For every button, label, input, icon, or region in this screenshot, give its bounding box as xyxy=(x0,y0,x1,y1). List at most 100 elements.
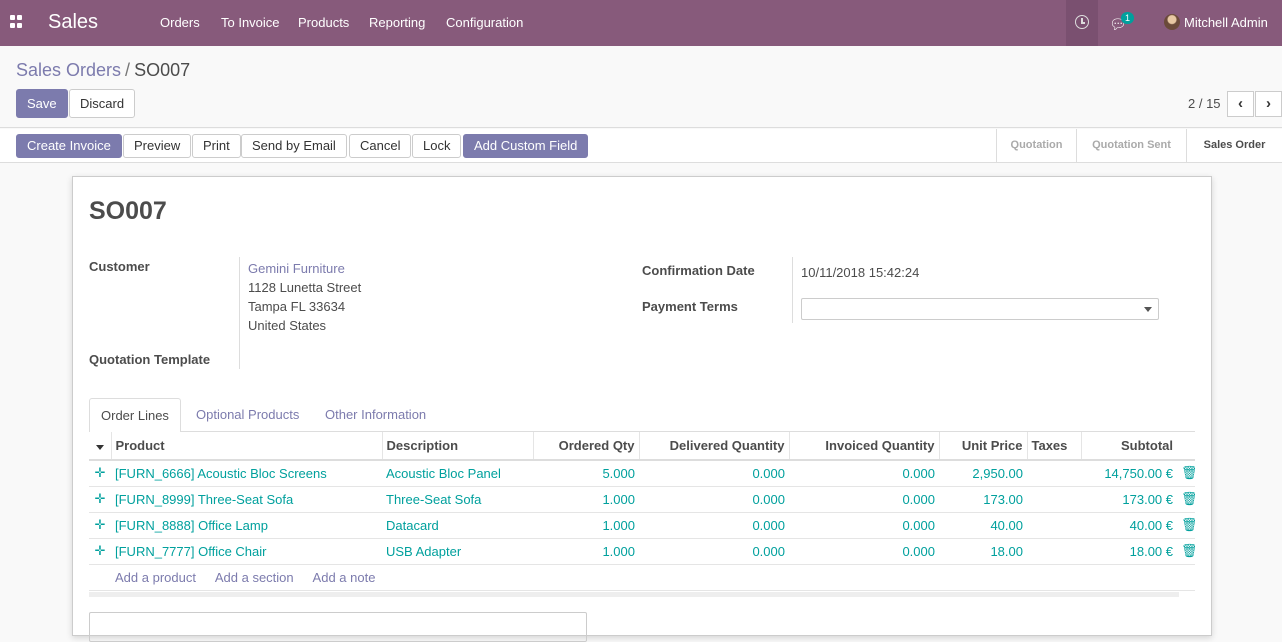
unit-price-cell[interactable]: 173.00 xyxy=(939,486,1027,513)
stage-sales-order[interactable]: Sales Order xyxy=(1186,129,1282,162)
table-row[interactable]: ✛ [FURN_7777] Office Chair USB Adapter 1… xyxy=(89,538,1195,565)
add-section-link[interactable]: Add a section xyxy=(215,570,294,585)
menu-reporting[interactable]: Reporting xyxy=(369,15,425,30)
confirmation-date-value[interactable]: 10/11/2018 15:42:24 xyxy=(801,265,919,280)
customer-name-link[interactable]: Gemini Furniture xyxy=(248,261,345,276)
column-header-ordered-qty[interactable]: Ordered Qty xyxy=(532,432,639,461)
description-cell[interactable]: Three-Seat Sofa xyxy=(382,486,533,513)
send-by-email-button[interactable]: Send by Email xyxy=(241,134,347,158)
app-name[interactable]: Sales xyxy=(48,11,98,34)
invoiced-qty-cell[interactable]: 0.000 xyxy=(789,486,939,513)
chat-count-badge: 1 xyxy=(1121,12,1135,24)
clock-icon[interactable] xyxy=(1075,15,1089,29)
product-cell[interactable]: [FURN_6666] Acoustic Bloc Screens xyxy=(111,460,382,487)
column-header-description[interactable]: Description xyxy=(381,432,533,461)
pager-next-button[interactable]: › xyxy=(1255,91,1282,117)
invoiced-qty-cell[interactable]: 0.000 xyxy=(789,460,939,487)
chevron-down-icon xyxy=(1144,307,1152,312)
column-header-subtotal[interactable]: Subtotal xyxy=(1080,432,1177,461)
column-header-product[interactable]: Product xyxy=(110,432,382,461)
table-footer-bar xyxy=(89,592,1179,597)
taxes-cell[interactable] xyxy=(1027,538,1081,565)
menu-to-invoice[interactable]: To Invoice xyxy=(221,15,280,30)
stage-quotation-sent[interactable]: Quotation Sent xyxy=(1076,129,1186,162)
description-cell[interactable]: USB Adapter xyxy=(382,538,533,565)
create-invoice-button[interactable]: Create Invoice xyxy=(16,134,122,158)
table-row[interactable]: ✛ [FURN_6666] Acoustic Bloc Screens Acou… xyxy=(89,460,1195,487)
menu-orders[interactable]: Orders xyxy=(160,15,200,30)
tab-optional-products[interactable]: Optional Products xyxy=(185,398,310,432)
subtotal-cell: 40.00 € xyxy=(1081,512,1177,539)
invoiced-qty-cell[interactable]: 0.000 xyxy=(789,512,939,539)
delivered-qty-cell[interactable]: 0.000 xyxy=(639,486,789,513)
product-cell[interactable]: [FURN_8888] Office Lamp xyxy=(111,512,382,539)
ordered-qty-cell[interactable]: 1.000 xyxy=(533,486,639,513)
menu-products[interactable]: Products xyxy=(298,15,349,30)
trash-icon[interactable]: 🗑︎ xyxy=(1177,512,1195,539)
menu-configuration[interactable]: Configuration xyxy=(446,15,523,30)
description-cell[interactable]: Acoustic Bloc Panel xyxy=(382,460,533,487)
delivered-qty-cell[interactable]: 0.000 xyxy=(639,512,789,539)
add-row-spacer xyxy=(89,564,111,591)
column-header-delivered-quantity[interactable]: Delivered Quantity xyxy=(638,432,789,461)
confirmation-date-label: Confirmation Date xyxy=(642,263,755,278)
caret-down-icon xyxy=(95,445,104,450)
payment-terms-select[interactable] xyxy=(801,298,1159,320)
customer-address-line: 1128 Lunetta Street xyxy=(248,280,362,295)
quotation-template-label: Quotation Template xyxy=(89,352,211,367)
pager-value[interactable]: 2 / 15 xyxy=(1188,96,1221,111)
drag-handle-icon[interactable]: ✛ xyxy=(89,538,111,565)
tab-order-lines[interactable]: Order Lines xyxy=(89,398,181,433)
stage-quotation[interactable]: Quotation xyxy=(996,129,1076,162)
preview-button[interactable]: Preview xyxy=(123,134,192,158)
delivered-qty-cell[interactable]: 0.000 xyxy=(639,538,789,565)
trash-icon[interactable]: 🗑︎ xyxy=(1177,460,1195,487)
breadcrumb-sales-orders[interactable]: Sales Orders xyxy=(16,60,121,80)
add-note-link[interactable]: Add a note xyxy=(313,570,376,585)
invoiced-qty-cell[interactable]: 0.000 xyxy=(789,538,939,565)
terms-and-conditions-field[interactable] xyxy=(89,612,587,642)
drag-handle-icon[interactable]: ✛ xyxy=(89,512,111,539)
taxes-cell[interactable] xyxy=(1027,486,1081,513)
notebook-tabs: Order Lines Optional Products Other Info… xyxy=(89,398,1195,433)
unit-price-cell[interactable]: 18.00 xyxy=(939,538,1027,565)
avatar[interactable] xyxy=(1164,14,1180,30)
cancel-button[interactable]: Cancel xyxy=(349,134,412,158)
table-header-row: Product Description Ordered Qty Delivere… xyxy=(89,432,1195,461)
add-custom-field-button[interactable]: Add Custom Field xyxy=(463,134,589,158)
product-cell[interactable]: [FURN_7777] Office Chair xyxy=(111,538,382,565)
tab-other-information[interactable]: Other Information xyxy=(314,398,437,432)
description-cell[interactable]: Datacard xyxy=(382,512,533,539)
add-links-cell: Add a product Add a section Add a note xyxy=(111,564,1195,591)
user-name[interactable]: Mitchell Admin xyxy=(1184,15,1268,30)
ordered-qty-cell[interactable]: 1.000 xyxy=(533,538,639,565)
sort-handle-header[interactable] xyxy=(89,432,111,461)
drag-handle-icon[interactable]: ✛ xyxy=(89,460,111,487)
unit-price-cell[interactable]: 2,950.00 xyxy=(939,460,1027,487)
table-row[interactable]: ✛ [FURN_8888] Office Lamp Datacard 1.000… xyxy=(89,512,1195,539)
save-button[interactable]: Save xyxy=(16,89,68,118)
discard-button[interactable]: Discard xyxy=(69,89,136,118)
unit-price-cell[interactable]: 40.00 xyxy=(939,512,1027,539)
print-button[interactable]: Print xyxy=(192,134,241,158)
column-header-unit-price[interactable]: Unit Price xyxy=(938,432,1027,461)
drag-handle-icon[interactable]: ✛ xyxy=(89,486,111,513)
delivered-qty-cell[interactable]: 0.000 xyxy=(639,460,789,487)
trash-icon[interactable]: 🗑︎ xyxy=(1177,538,1195,565)
trash-icon[interactable]: 🗑︎ xyxy=(1177,486,1195,513)
apps-grid-icon[interactable] xyxy=(10,15,23,28)
taxes-cell[interactable] xyxy=(1027,460,1081,487)
add-product-link[interactable]: Add a product xyxy=(115,570,196,585)
product-cell[interactable]: [FURN_8999] Three-Seat Sofa xyxy=(111,486,382,513)
top-navbar: Sales Orders To Invoice Products Reporti… xyxy=(0,0,1282,46)
ordered-qty-cell[interactable]: 1.000 xyxy=(533,512,639,539)
lock-button[interactable]: Lock xyxy=(412,134,462,158)
pager-previous-button[interactable]: ‹ xyxy=(1227,91,1254,117)
ordered-qty-cell[interactable]: 5.000 xyxy=(533,460,639,487)
table-row[interactable]: ✛ [FURN_8999] Three-Seat Sofa Three-Seat… xyxy=(89,486,1195,513)
add-line-row: Add a product Add a section Add a note xyxy=(89,564,1195,591)
column-header-invoiced-quantity[interactable]: Invoiced Quantity xyxy=(788,432,939,461)
subtotal-cell: 18.00 € xyxy=(1081,538,1177,565)
column-header-taxes[interactable]: Taxes xyxy=(1026,432,1081,461)
taxes-cell[interactable] xyxy=(1027,512,1081,539)
